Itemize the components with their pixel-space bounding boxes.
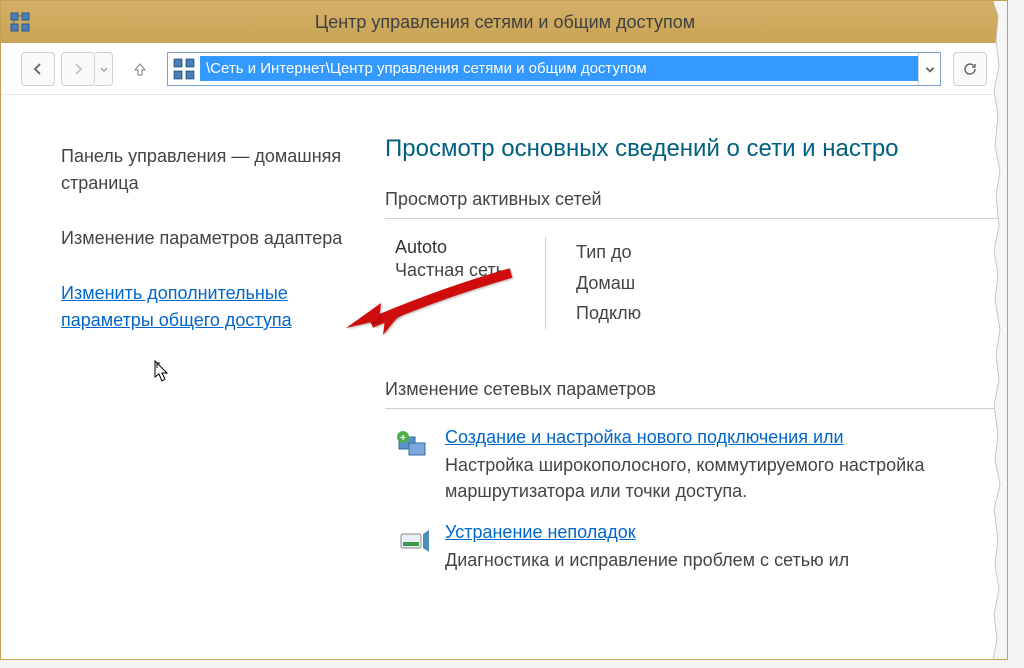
network-center-icon (172, 57, 196, 81)
new-connection-icon: + (395, 429, 431, 465)
sidebar: Панель управления — домашняя страница Из… (1, 95, 381, 659)
setting-item-troubleshoot: Устранение неполадок Диагностика и испра… (395, 522, 1007, 573)
network-center-icon (9, 11, 31, 33)
section-change-settings: Изменение сетевых параметров (385, 379, 1003, 409)
network-type: Частная сеть (395, 260, 505, 281)
window: Центр управления сетями и общим доступом… (0, 0, 1008, 660)
up-button[interactable] (123, 52, 157, 86)
connection-label: Подклю (576, 298, 641, 329)
titlebar: Центр управления сетями и общим доступом (1, 1, 1007, 43)
back-button[interactable] (21, 52, 55, 86)
address-path[interactable]: \Сеть и Интернет\Центр управления сетями… (200, 56, 918, 81)
new-connection-link[interactable]: Создание и настройка нового подключения … (445, 427, 1007, 448)
access-type-value: Домаш (576, 268, 641, 299)
content-area: Панель управления — домашняя страница Из… (1, 95, 1007, 659)
troubleshoot-link[interactable]: Устранение неполадок (445, 522, 849, 543)
address-bar[interactable]: \Сеть и Интернет\Центр управления сетями… (167, 52, 941, 86)
network-name: Autoto (395, 237, 505, 258)
history-dropdown[interactable] (95, 52, 113, 86)
torn-edge-decoration (993, 1, 1007, 659)
network-row: Autoto Частная сеть Тип до Домаш Подклю (395, 237, 1007, 329)
section-active-networks: Просмотр активных сетей (385, 189, 1003, 219)
new-connection-desc: Настройка широкополосного, коммутируемог… (445, 452, 1007, 504)
refresh-button[interactable] (953, 52, 987, 86)
forward-button[interactable] (61, 52, 95, 86)
sidebar-item-adapter-settings[interactable]: Изменение параметров адаптера (61, 225, 357, 252)
settings-section: Изменение сетевых параметров + Создание … (385, 379, 1007, 573)
address-dropdown[interactable] (918, 53, 940, 85)
svg-text:+: + (400, 433, 406, 444)
sidebar-item-advanced-sharing[interactable]: Изменить дополнительные параметры общего… (61, 280, 357, 334)
navigation-bar: \Сеть и Интернет\Центр управления сетями… (1, 43, 1007, 95)
network-info: Autoto Частная сеть (395, 237, 505, 329)
troubleshoot-icon (395, 524, 431, 560)
troubleshoot-desc: Диагностика и исправление проблем с сеть… (445, 547, 849, 573)
sidebar-item-control-panel-home[interactable]: Панель управления — домашняя страница (61, 143, 357, 197)
network-details: Тип до Домаш Подклю (545, 237, 641, 329)
setting-item-new-connection: + Создание и настройка нового подключени… (395, 427, 1007, 504)
main-panel: Просмотр основных сведений о сети и наст… (381, 95, 1007, 659)
window-title: Центр управления сетями и общим доступом (39, 12, 999, 33)
page-title: Просмотр основных сведений о сети и наст… (385, 135, 1007, 163)
access-type-label: Тип до (576, 237, 641, 268)
